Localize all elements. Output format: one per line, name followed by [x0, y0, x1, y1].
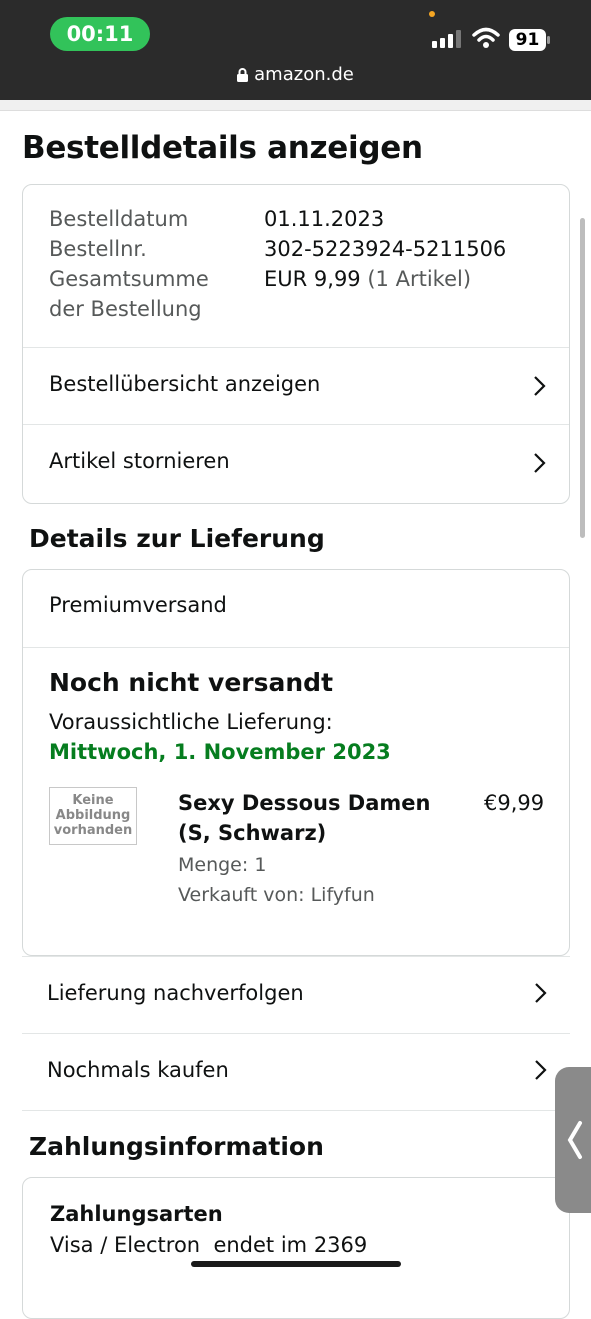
- product-price: €9,99: [484, 791, 545, 815]
- chevron-right-icon: [535, 983, 547, 1003]
- placeholder-text: Abbildung: [55, 808, 131, 823]
- chevron-right-icon: [535, 1060, 547, 1080]
- divider: [23, 647, 569, 648]
- wifi-icon: [472, 27, 500, 48]
- time-pill: 00:11: [50, 17, 150, 51]
- expected-delivery-label: Voraussichtliche Lieferung:: [49, 710, 333, 734]
- product-image-placeholder[interactable]: Keine Abbildung vorhanden: [49, 787, 137, 845]
- side-panel-handle[interactable]: [555, 1067, 591, 1213]
- shipping-type: Premiumversand: [49, 593, 227, 617]
- page-title: Bestelldetails anzeigen: [22, 130, 423, 166]
- order-number-value: 302-5223924-5211506: [264, 237, 507, 261]
- product-title-line2[interactable]: (S, Schwarz): [178, 821, 326, 845]
- product-title-line1[interactable]: Sexy Dessous Damen: [178, 791, 430, 815]
- track-delivery-link[interactable]: Lieferung nachverfolgen: [22, 956, 570, 1033]
- payment-section-title: Zahlungsinformation: [29, 1132, 324, 1161]
- scrollbar[interactable]: [580, 218, 585, 538]
- product-quantity: Menge: 1: [178, 854, 267, 876]
- header-strip: [0, 100, 591, 111]
- payment-method-value: Visa / Electron endet im 2369: [50, 1233, 368, 1257]
- expected-delivery-date: Mittwoch, 1. November 2023: [49, 740, 391, 764]
- delivery-card: Premiumversand Noch nicht versandt Vorau…: [22, 569, 570, 956]
- product-seller: Verkauft von: Lifyfun: [178, 884, 375, 906]
- payment-card: Zahlungsarten Visa / Electron endet im 2…: [22, 1177, 570, 1319]
- battery-icon: 91: [509, 29, 551, 51]
- cancel-items-link[interactable]: Artikel stornieren: [23, 425, 569, 501]
- order-total-value: EUR 9,99 (1 Artikel): [264, 267, 471, 291]
- chevron-right-icon: [534, 376, 546, 396]
- placeholder-text: Keine: [72, 793, 114, 808]
- cancel-items-label: Artikel stornieren: [49, 449, 230, 473]
- order-date-value: 01.11.2023: [264, 207, 385, 231]
- delivery-section-title: Details zur Lieferung: [29, 524, 325, 553]
- address-bar[interactable]: amazon.de: [0, 64, 591, 85]
- order-item-count: (1 Artikel): [367, 267, 472, 291]
- home-indicator[interactable]: [191, 1261, 401, 1267]
- url-text: amazon.de: [254, 64, 354, 85]
- chevron-left-icon: [567, 1121, 582, 1159]
- order-overview-link[interactable]: Bestellübersicht anzeigen: [23, 348, 569, 424]
- order-date-label: Bestelldatum: [49, 207, 189, 231]
- cellular-signal-icon: [432, 30, 461, 48]
- order-overview-label: Bestellübersicht anzeigen: [49, 372, 321, 396]
- battery-level: 91: [515, 30, 540, 50]
- track-delivery-label: Lieferung nachverfolgen: [47, 981, 304, 1005]
- browser-status-bar: 00:11 91 amazon.de: [0, 0, 591, 100]
- order-total-amount: EUR 9,99: [264, 267, 361, 291]
- buy-again-link[interactable]: Nochmals kaufen: [22, 1033, 570, 1111]
- shipment-status: Noch nicht versandt: [49, 668, 334, 697]
- order-total-label-line1: Gesamtsumme: [49, 267, 209, 291]
- order-number-label: Bestellnr.: [49, 237, 147, 261]
- privacy-indicator-icon: [429, 11, 435, 17]
- placeholder-text: vorhanden: [53, 823, 133, 838]
- buy-again-label: Nochmals kaufen: [47, 1058, 229, 1082]
- lock-icon: [237, 68, 249, 82]
- order-total-label-line2: der Bestellung: [49, 297, 202, 321]
- payment-methods-title: Zahlungsarten: [50, 1202, 223, 1226]
- chevron-right-icon: [534, 453, 546, 473]
- order-summary-card: Bestelldatum 01.11.2023 Bestellnr. 302-5…: [22, 184, 570, 504]
